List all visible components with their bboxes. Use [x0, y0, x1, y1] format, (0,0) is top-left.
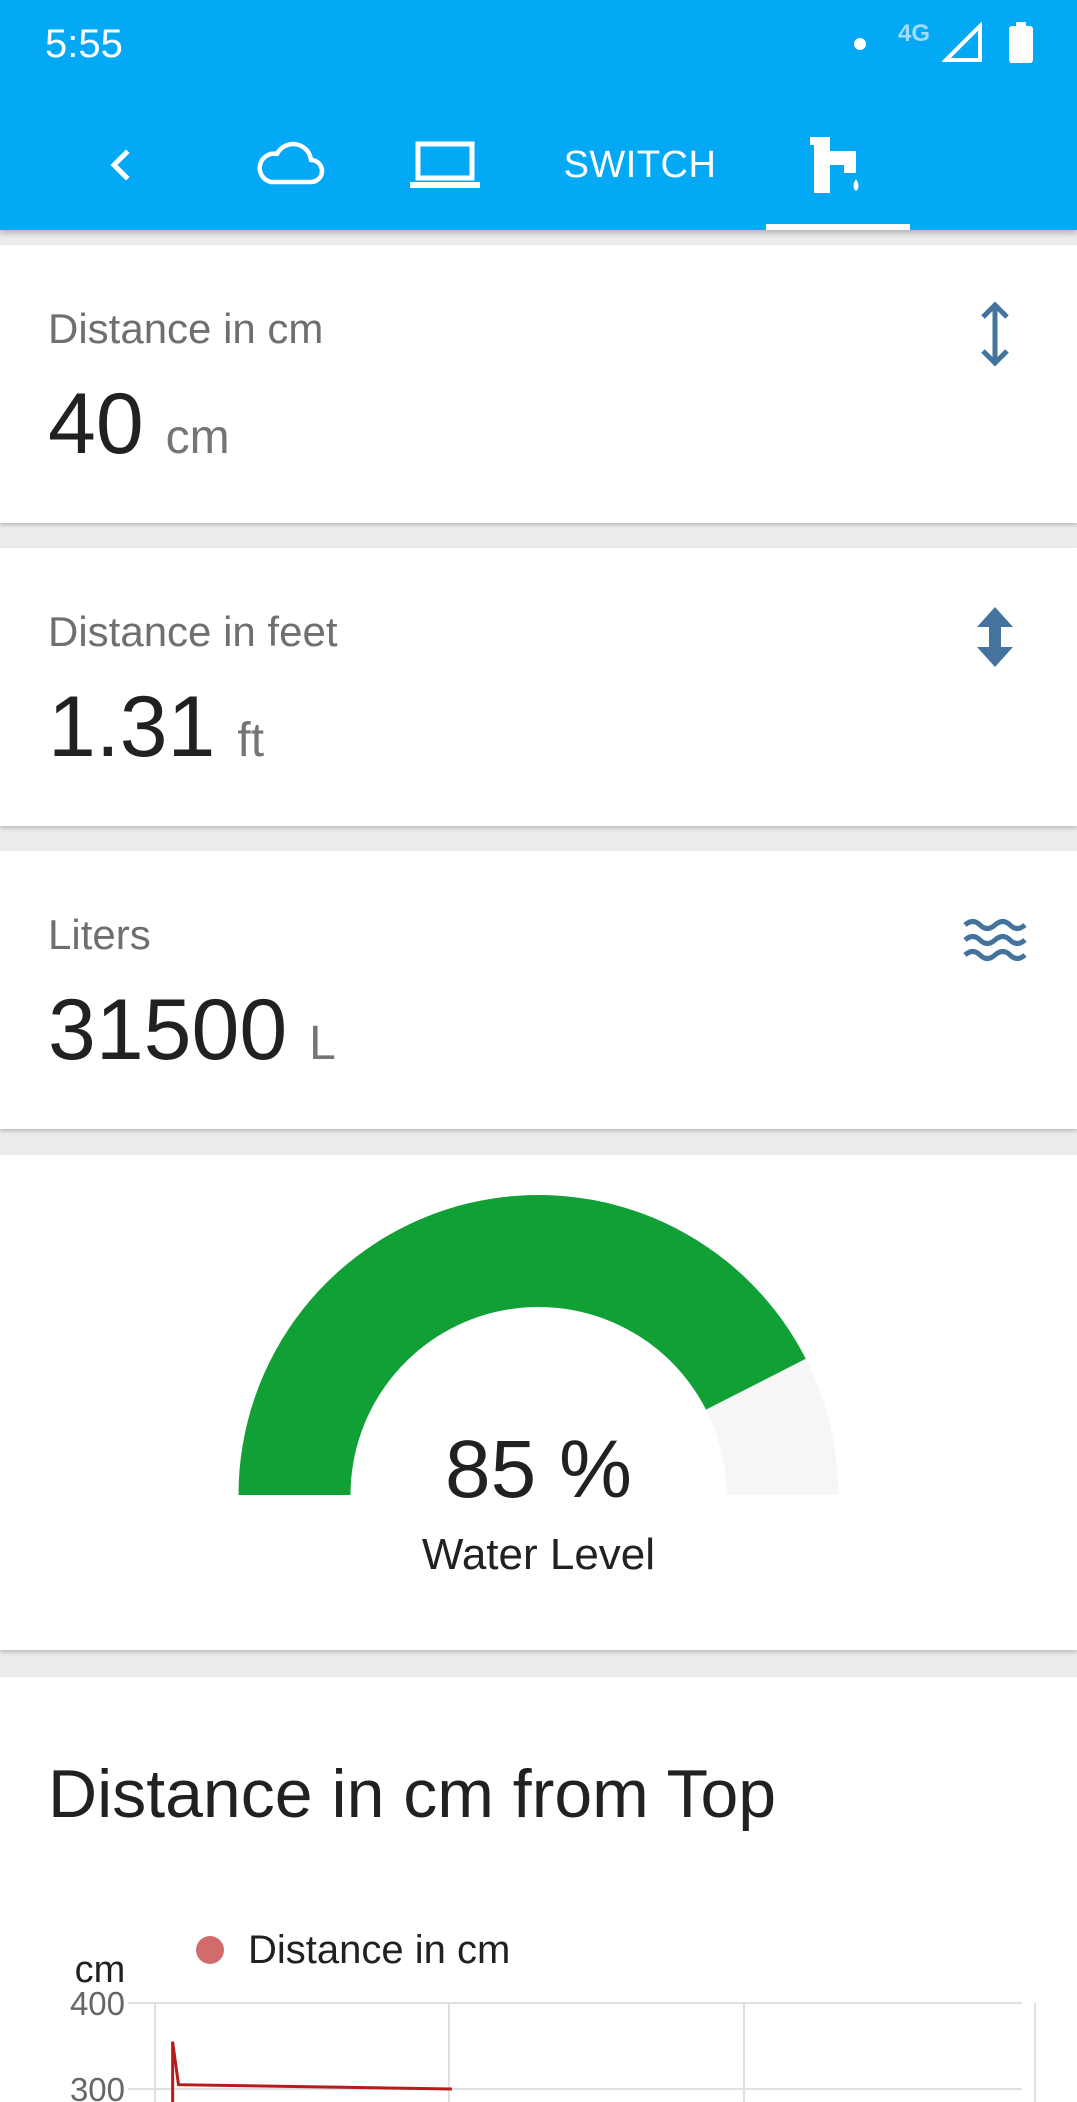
value-number: 31500 [48, 982, 288, 1078]
value-unit: cm [165, 411, 230, 464]
tab-switch[interactable]: SWITCH [540, 100, 740, 230]
back-button[interactable] [80, 100, 160, 230]
arrow-up-down-icon [958, 297, 1032, 371]
status-time: 5:55 [45, 22, 123, 66]
tab-water-tap[interactable] [766, 100, 910, 230]
gauge-card-water-level[interactable]: 85 % Water Level [0, 1155, 1077, 1650]
arrow-up-down-bold-icon [958, 600, 1032, 674]
card-value: 31500 L [48, 981, 336, 1080]
tab-bar: SWITCH [0, 100, 1077, 230]
gauge-value: 85 % [445, 1424, 632, 1515]
sensor-card-liters[interactable]: Liters 31500 L [0, 851, 1077, 1129]
card-value: 1.31 ft [48, 678, 264, 777]
app-header: 5:55 4G SWITCH [0, 0, 1077, 230]
tab-selected-indicator [766, 224, 910, 230]
card-title: Liters [48, 911, 151, 958]
chart-card: Distance in cm from Top cm Distance in cm… [0, 1677, 1077, 2102]
water-tap-icon [810, 137, 859, 193]
gauge-label: Water Level [421, 1530, 656, 1579]
sensor-card-distance-cm[interactable]: Distance in cm 40 cm [0, 245, 1077, 523]
y-tick-label: 300 [70, 2071, 125, 2102]
legend-label: Distance in cm [248, 1928, 510, 1972]
chevron-left-icon [110, 149, 130, 181]
card-title: Distance in feet [48, 608, 338, 655]
value-number: 1.31 [48, 679, 216, 775]
card-title: Distance in cm [48, 305, 324, 352]
tab-laptop[interactable] [395, 100, 495, 230]
waves-icon [958, 903, 1032, 977]
signal-icon [942, 22, 982, 62]
card-value: 40 cm [48, 375, 230, 474]
laptop-icon [410, 141, 480, 188]
network-type: 4G [898, 20, 931, 47]
legend-swatch [196, 1936, 224, 1964]
y-tick-label: 400 [70, 1985, 125, 2022]
sensor-card-distance-feet[interactable]: Distance in feet 1.31 ft [0, 548, 1077, 826]
tab-cloud[interactable] [240, 100, 340, 230]
cloud-icon [257, 141, 325, 185]
value-number: 40 [48, 376, 144, 472]
status-bar: 5:55 4G [0, 0, 1077, 88]
battery-icon [1009, 22, 1033, 63]
value-unit: L [309, 1017, 336, 1070]
series-line [171, 2041, 452, 2091]
notification-dot-icon [854, 38, 866, 50]
value-unit: ft [237, 714, 265, 767]
distance-chart: cm Distance in cm400300 [70, 1928, 1036, 2102]
